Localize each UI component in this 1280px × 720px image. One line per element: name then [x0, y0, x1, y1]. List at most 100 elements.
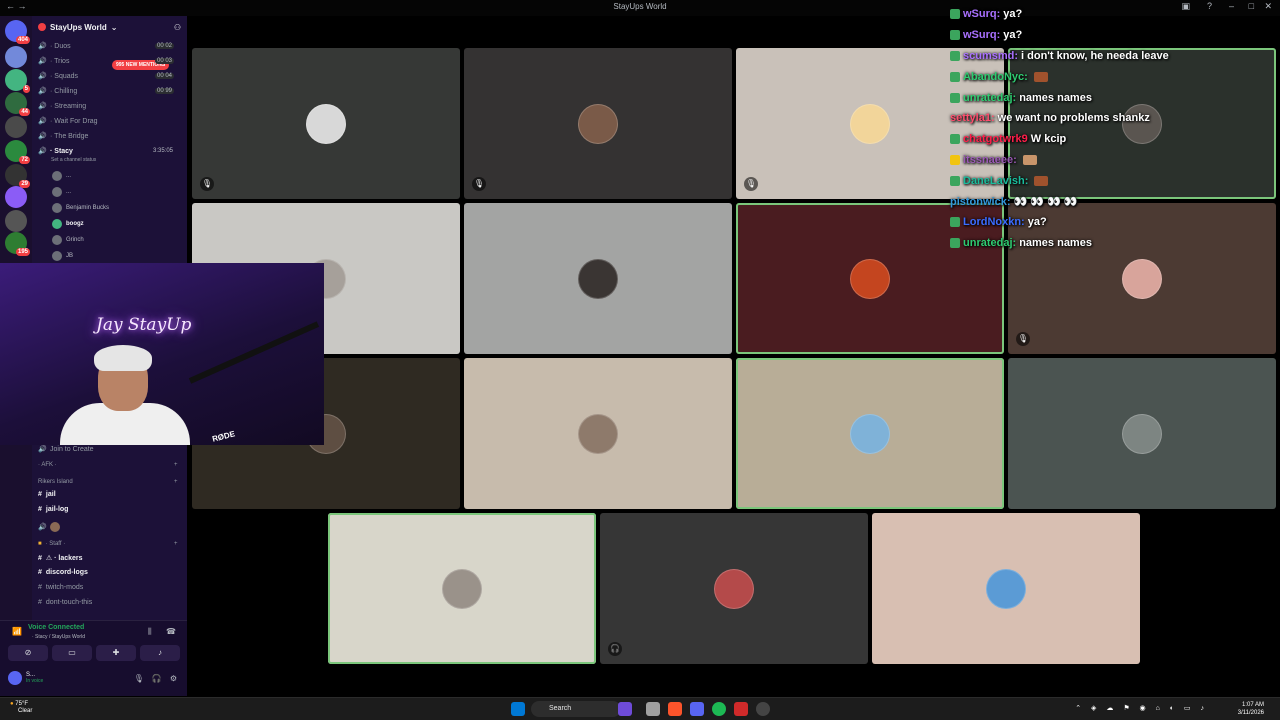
- voice-channel-streaming[interactable]: 🔊 · Streaming: [38, 102, 86, 111]
- badge: 5: [22, 85, 30, 93]
- video-tile[interactable]: [464, 358, 732, 509]
- chat-username: AbandoNyc:: [963, 70, 1028, 83]
- voice-channel-join-to-create[interactable]: 🔊 Join to Create: [38, 445, 94, 454]
- spotify-icon[interactable]: [712, 702, 726, 716]
- file-explorer-icon[interactable]: [646, 702, 660, 716]
- guild-header[interactable]: StayUps World ⌄ ⚇: [32, 16, 187, 38]
- badge: 404: [15, 36, 30, 44]
- chat-username: wSurq:: [963, 8, 1001, 21]
- chat-message: unratedaj: names names: [950, 87, 1250, 108]
- video-tile[interactable]: 🎙: [192, 48, 460, 199]
- server-icon[interactable]: 44: [5, 92, 30, 116]
- category-staff[interactable]: ■ · Staff · +: [38, 541, 178, 547]
- start-icon[interactable]: [511, 702, 525, 716]
- channel-label: jail: [45, 491, 56, 498]
- signal-icon[interactable]: 📶: [12, 627, 22, 636]
- category-rikers[interactable]: Rikers Island +: [38, 479, 178, 485]
- voice-location[interactable]: · Stacy / StayUps World: [32, 634, 85, 640]
- video-tile[interactable]: [464, 203, 732, 354]
- plus-icon[interactable]: +: [174, 462, 178, 468]
- chat-username: scumsmd:: [963, 49, 1019, 62]
- gear-icon[interactable]: ⚙: [170, 674, 177, 683]
- video-tile[interactable]: 🎧: [600, 513, 868, 664]
- soundboard-button[interactable]: ♪: [140, 645, 180, 661]
- video-tile[interactable]: [328, 513, 596, 664]
- emote-icon: [1022, 154, 1037, 165]
- avatar: [578, 258, 618, 299]
- plus-icon[interactable]: +: [174, 541, 178, 547]
- voice-member[interactable]: ...: [52, 171, 71, 181]
- video-tile[interactable]: [736, 358, 1004, 509]
- noise-suppression-icon[interactable]: ⫼: [148, 627, 152, 637]
- folder-icon: ■: [38, 541, 42, 547]
- text-channel-dont-touch-this[interactable]: # dont-touch-this: [38, 599, 92, 606]
- user-count: 00 04: [155, 73, 175, 79]
- weather-widget[interactable]: ● 75°F Clear: [10, 701, 32, 715]
- chat-text: W kcip: [1030, 133, 1067, 146]
- guild-name: StayUps World: [50, 22, 107, 32]
- voice-channel-jail-vc[interactable]: 🔊: [38, 522, 60, 532]
- voice-member[interactable]: Benjamin Bucks: [52, 203, 109, 213]
- server-icon[interactable]: [5, 186, 27, 208]
- badge-icon: [950, 9, 960, 20]
- server-icon[interactable]: 29: [5, 164, 30, 188]
- disconnect-icon[interactable]: ☎: [166, 627, 176, 636]
- add-friend-icon[interactable]: ⚇: [174, 23, 181, 32]
- system-clock[interactable]: 1:07 AM 3/11/2026: [1238, 701, 1264, 717]
- chat-message: unratedaj: names names: [950, 233, 1250, 254]
- video-tile[interactable]: [872, 513, 1140, 664]
- avatar: [850, 413, 890, 454]
- member-name: Benjamin Bucks: [66, 205, 110, 211]
- video-tile[interactable]: 🎙: [464, 48, 732, 199]
- voice-member[interactable]: ...: [52, 187, 71, 197]
- obs-icon[interactable]: [756, 702, 770, 716]
- category-afk[interactable]: · AFK · +: [38, 462, 178, 468]
- chat-message: itssnaeee:: [950, 150, 1250, 171]
- camera-off-button[interactable]: ⊘: [8, 645, 48, 661]
- app-icon[interactable]: [734, 702, 748, 716]
- text-channel-jail[interactable]: # jail: [38, 491, 56, 498]
- voice-channel-chilling[interactable]: 🔊 · Chilling 00 99: [38, 87, 175, 95]
- headphones-icon[interactable]: 🎧: [152, 674, 162, 683]
- system-tray-icons[interactable]: ⌃ ◈ ☁ ⚑ ◉ ⌂ ◐ ▭ ♪: [1075, 704, 1208, 712]
- category-label: Rikers Island: [38, 479, 73, 485]
- voice-member[interactable]: JB: [52, 251, 73, 261]
- server-icon[interactable]: [5, 210, 27, 232]
- text-channel-twitch-mods[interactable]: # twitch-mods: [38, 584, 83, 591]
- brave-icon[interactable]: [668, 702, 682, 716]
- server-icon[interactable]: [5, 116, 27, 138]
- avatar: [986, 568, 1026, 609]
- voice-channel-the-bridge[interactable]: 🔊 · The Bridge: [38, 132, 88, 141]
- server-icon[interactable]: 5: [5, 69, 30, 93]
- microphone-icon[interactable]: 🎙: [134, 674, 144, 683]
- voice-channel-wait-for-drag[interactable]: 🔊 · Wait For Drag: [38, 117, 98, 126]
- category-label: · AFK ·: [38, 462, 57, 468]
- chat-message: wSurq: ya?: [950, 4, 1250, 25]
- avatar: [52, 251, 62, 261]
- speaker-icon: 🔊: [38, 103, 47, 110]
- plus-icon[interactable]: +: [174, 479, 178, 485]
- screen-share-button[interactable]: ▭: [52, 645, 92, 661]
- close-icon[interactable]: ✕: [1264, 1, 1272, 12]
- home-server-icon[interactable]: 404: [5, 20, 30, 44]
- server-icon[interactable]: [5, 46, 27, 68]
- app-icon[interactable]: [618, 702, 632, 716]
- voice-channel-trios[interactable]: 🔊 · Trios 00 03: [38, 57, 175, 65]
- server-icon[interactable]: 195: [5, 232, 30, 256]
- activities-button[interactable]: ✚: [96, 645, 136, 661]
- voice-channel-duos[interactable]: 🔊 · Duos 00 02: [38, 42, 175, 50]
- hash-icon: #: [38, 491, 42, 498]
- discord-icon[interactable]: [690, 702, 704, 716]
- voice-channel-stacy[interactable]: 🔊 · Stacy 3:35:05: [38, 147, 173, 156]
- user-panel[interactable]: S... In voice: [8, 671, 43, 685]
- video-tile[interactable]: [1008, 358, 1276, 509]
- voice-member[interactable]: boogz: [52, 219, 84, 229]
- server-icon[interactable]: 72: [5, 140, 30, 164]
- channel-status[interactable]: Set a channel status: [51, 157, 96, 163]
- voice-member[interactable]: Grinch: [52, 235, 84, 245]
- taskbar-search[interactable]: Search: [531, 701, 621, 717]
- voice-channel-squads[interactable]: 🔊 · Squads 00 04: [38, 72, 175, 80]
- text-channel-lackers[interactable]: # ⚠ · lackers: [38, 554, 83, 563]
- text-channel-jail-log[interactable]: # jail-log: [38, 506, 68, 513]
- text-channel-discord-logs[interactable]: # discord-logs: [38, 569, 88, 576]
